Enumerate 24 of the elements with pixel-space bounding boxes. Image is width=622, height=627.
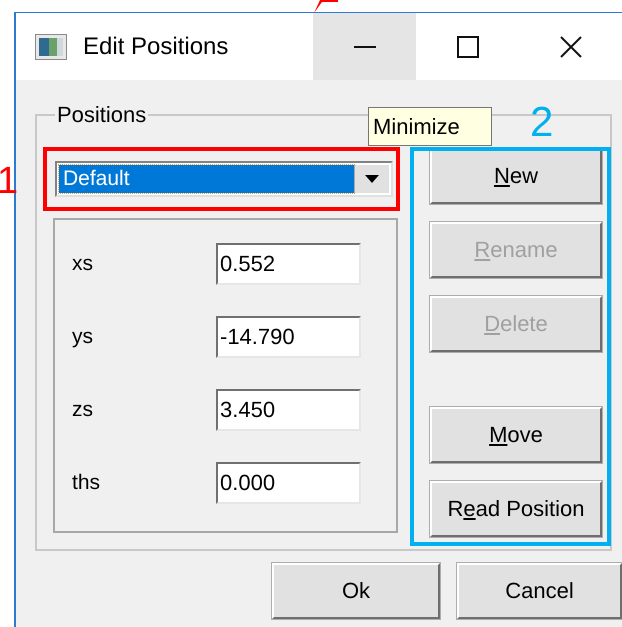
coordinate-field[interactable]: 3.450 — [216, 389, 361, 431]
maximize-icon — [456, 36, 478, 58]
close-icon — [560, 36, 582, 58]
action-button[interactable]: New — [430, 148, 602, 204]
action-button[interactable]: Read Position — [430, 481, 602, 537]
group-label: Positions — [56, 102, 148, 128]
window-title: Edit Positions — [83, 32, 228, 60]
field-label: zs — [71, 398, 94, 422]
coordinate-field[interactable]: 0.000 — [216, 462, 361, 504]
position-dropdown[interactable]: Default — [55, 161, 393, 197]
app-icon — [35, 34, 67, 60]
minimize-icon — [354, 46, 376, 48]
annotation-arrow — [312, 0, 338, 14]
coordinate-field[interactable]: 0.552 — [216, 243, 361, 285]
field-label: ths — [71, 471, 102, 495]
ok-button[interactable]: Ok — [272, 563, 440, 619]
field-label: ys — [71, 325, 94, 349]
coordinate-field[interactable]: -14.790 — [216, 316, 361, 358]
action-button[interactable]: Move — [430, 407, 602, 463]
dropdown-value: Default — [59, 165, 354, 193]
annotation-number: 2 — [530, 101, 554, 143]
tooltip: Minimize — [368, 107, 492, 146]
field-label: xs — [71, 252, 94, 276]
cancel-button[interactable]: Cancel — [457, 563, 622, 619]
